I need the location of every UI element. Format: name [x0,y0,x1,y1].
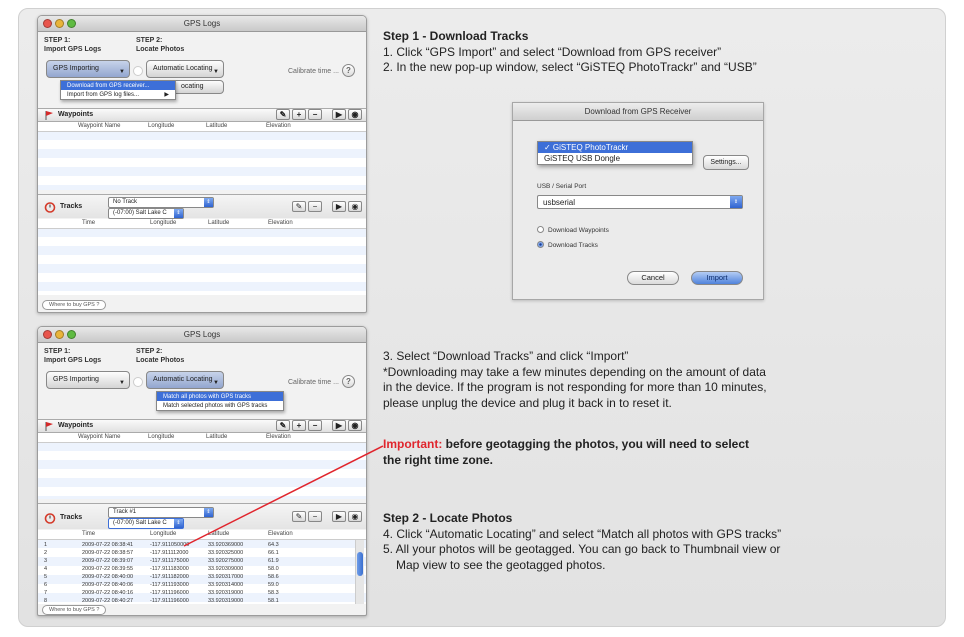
pointer-overlay [183,445,384,547]
pointer-line [183,445,384,547]
